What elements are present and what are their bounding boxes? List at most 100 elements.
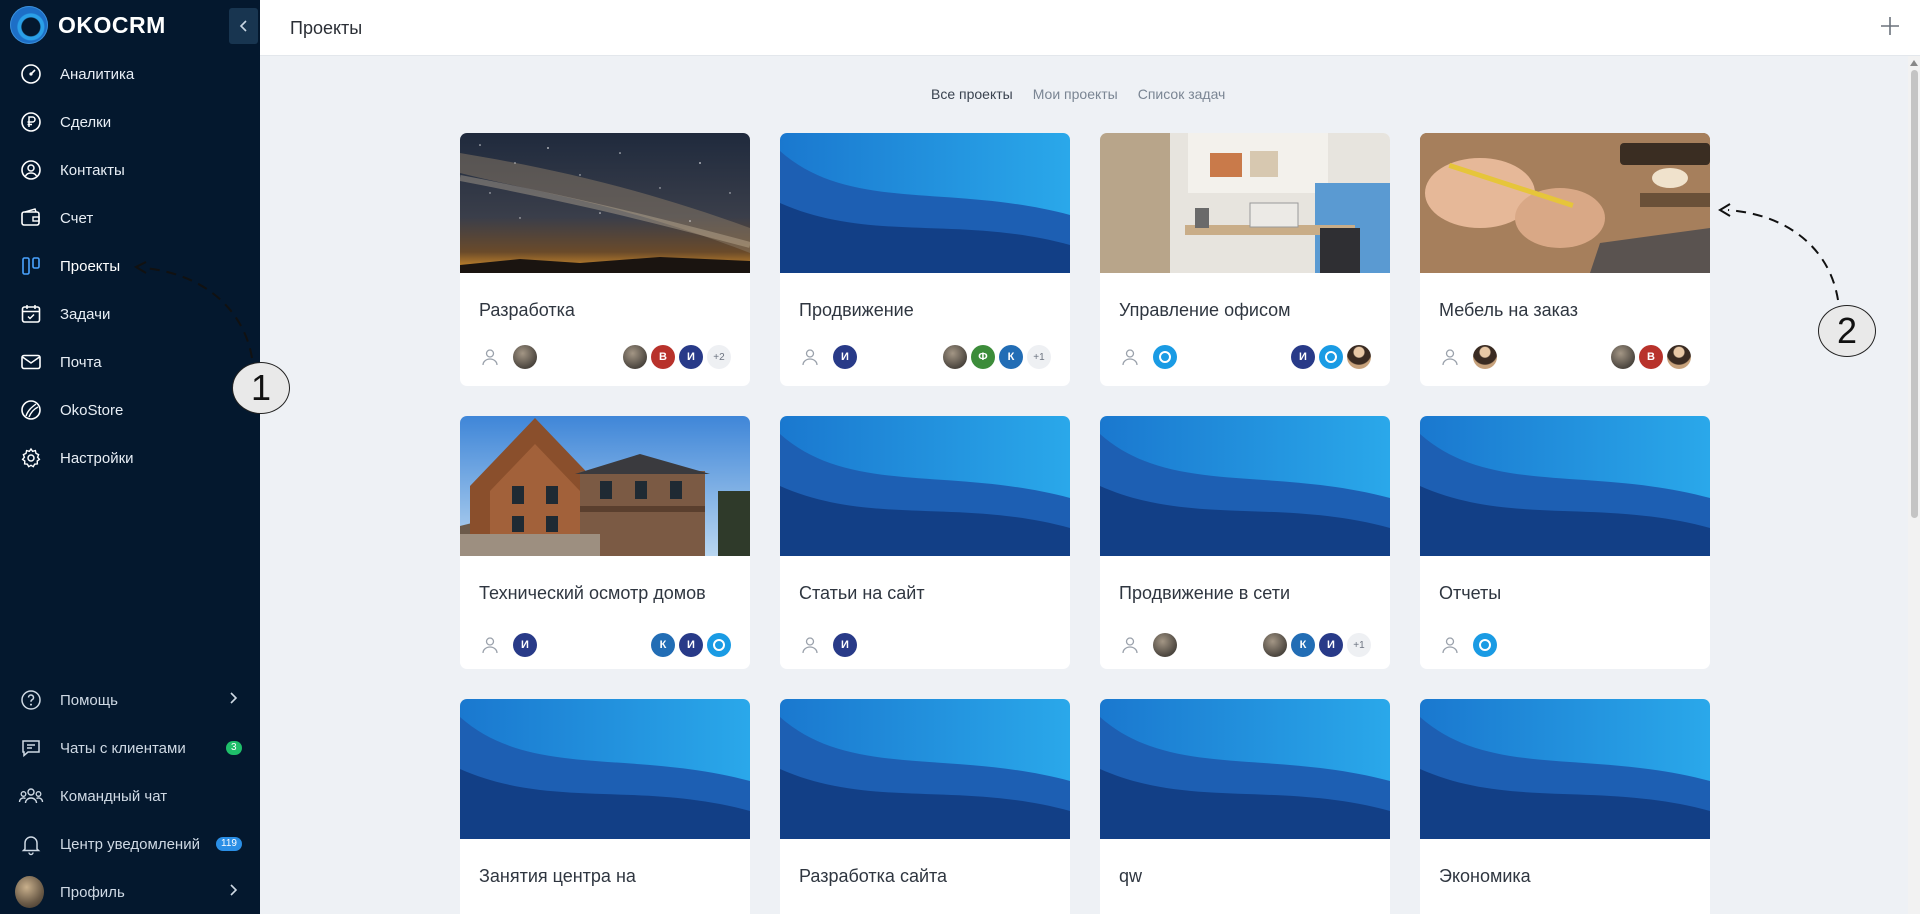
avatar[interactable]: И xyxy=(679,633,703,657)
page-header: Проекты xyxy=(260,0,1920,56)
project-cover xyxy=(1420,699,1710,839)
tab-my-projects[interactable]: Мои проекты xyxy=(1033,86,1118,102)
project-owner xyxy=(1439,345,1497,369)
avatar[interactable]: И xyxy=(833,345,857,369)
project-card[interactable]: Занятия центра на xyxy=(460,699,750,914)
project-owner: И xyxy=(799,633,857,657)
avatar[interactable]: И xyxy=(679,345,703,369)
sidebar-item-contacts[interactable]: Контакты xyxy=(0,146,260,194)
project-card[interactable]: Продвижение И Ф К +1 xyxy=(780,133,1070,386)
sidebar-item-label: Командный чат xyxy=(60,787,168,805)
avatar[interactable] xyxy=(1263,633,1287,657)
sidebar-item-team-chat[interactable]: Командный чат xyxy=(0,772,260,820)
avatar[interactable] xyxy=(513,345,537,369)
add-project-button[interactable] xyxy=(1880,12,1900,42)
tab-task-list[interactable]: Список задач xyxy=(1138,86,1226,102)
project-footer: К И +1 xyxy=(1119,632,1371,658)
person-icon xyxy=(799,346,821,368)
project-footer: И К И xyxy=(479,632,731,658)
sidebar-item-help[interactable]: Помощь xyxy=(0,676,260,724)
avatar[interactable] xyxy=(1473,633,1497,657)
avatar[interactable]: И xyxy=(833,633,857,657)
project-members: Ф К +1 xyxy=(943,345,1051,369)
project-card[interactable]: Продвижение в сети К И +1 xyxy=(1100,416,1390,669)
sidebar-item-okostore[interactable]: OkoStore xyxy=(0,386,260,434)
project-members: В И +2 xyxy=(623,345,731,369)
annotation-callout-2: 2 xyxy=(1818,305,1876,357)
project-card[interactable]: qw xyxy=(1100,699,1390,914)
project-card[interactable]: Отчеты xyxy=(1420,416,1710,669)
more-members-count[interactable]: +2 xyxy=(707,345,731,369)
project-title: Разработка xyxy=(479,300,575,320)
avatar[interactable] xyxy=(1319,345,1343,369)
project-title: Продвижение xyxy=(799,300,914,320)
plus-icon xyxy=(1881,17,1899,35)
avatar[interactable]: Ф xyxy=(971,345,995,369)
bell-icon xyxy=(18,831,44,857)
avatar[interactable]: В xyxy=(651,345,675,369)
project-card[interactable]: Разработка В И +2 xyxy=(460,133,750,386)
sidebar-item-mail[interactable]: Почта xyxy=(0,338,260,386)
project-title: Продвижение в сети xyxy=(1119,583,1291,603)
sidebar-item-settings[interactable]: Настройки xyxy=(0,434,260,482)
avatar[interactable]: К xyxy=(1291,633,1315,657)
team-icon xyxy=(18,783,44,809)
avatar[interactable] xyxy=(1667,345,1691,369)
project-card[interactable]: Разработка сайта xyxy=(780,699,1070,914)
project-cover xyxy=(780,416,1070,556)
sidebar-item-projects[interactable]: Проекты xyxy=(0,242,260,290)
scroll-up-icon[interactable] xyxy=(1910,60,1918,66)
project-title: Экономика xyxy=(1439,866,1531,886)
avatar[interactable]: В xyxy=(1639,345,1663,369)
sidebar-item-label: Контакты xyxy=(60,161,125,179)
avatar[interactable] xyxy=(623,345,647,369)
project-members: И xyxy=(1291,345,1371,369)
avatar[interactable] xyxy=(1153,345,1177,369)
avatar[interactable]: И xyxy=(513,633,537,657)
sidebar-item-label: Проекты xyxy=(60,257,121,275)
person-icon xyxy=(1119,346,1141,368)
sidebar-item-label: Помощь xyxy=(60,691,118,709)
avatar[interactable] xyxy=(1153,633,1177,657)
project-cover xyxy=(460,699,750,839)
user-circle-icon xyxy=(18,157,44,183)
sidebar-item-tasks[interactable]: Задачи xyxy=(0,290,260,338)
app-logo[interactable]: OKOCRM xyxy=(10,6,166,44)
project-members: К И +1 xyxy=(1263,633,1371,657)
project-card[interactable]: Экономика xyxy=(1420,699,1710,914)
tab-all-projects[interactable]: Все проекты xyxy=(931,86,1013,102)
sidebar-item-analytics[interactable]: Аналитика xyxy=(0,50,260,98)
person-icon xyxy=(479,346,501,368)
avatar[interactable]: К xyxy=(651,633,675,657)
project-cover xyxy=(1100,699,1390,839)
sidebar-item-label: Счет xyxy=(60,209,94,227)
avatar[interactable] xyxy=(1347,345,1371,369)
sidebar-item-deals[interactable]: Сделки xyxy=(0,98,260,146)
avatar[interactable] xyxy=(707,633,731,657)
avatar[interactable] xyxy=(1611,345,1635,369)
sidebar-item-label: Задачи xyxy=(60,305,111,323)
sidebar-item-profile[interactable]: Профиль xyxy=(0,868,260,914)
sidebar-item-client-chats[interactable]: Чаты с клиентами 3 xyxy=(0,724,260,772)
avatar[interactable]: К xyxy=(999,345,1023,369)
sidebar-item-notifications[interactable]: Центр уведомлений 119 xyxy=(0,820,260,868)
sidebar-item-invoice[interactable]: Счет xyxy=(0,194,260,242)
project-card[interactable]: Управление офисом И xyxy=(1100,133,1390,386)
project-cover xyxy=(1420,416,1710,556)
sidebar-item-label: Сделки xyxy=(60,113,112,131)
sidebar-nav: Аналитика Сделки Контакты Счет Проекты З… xyxy=(0,50,260,482)
project-card[interactable]: Статьи на сайт И xyxy=(780,416,1070,669)
project-card[interactable]: Технический осмотр домов И К И xyxy=(460,416,750,669)
avatar[interactable] xyxy=(943,345,967,369)
store-icon xyxy=(18,397,44,423)
project-title: qw xyxy=(1119,866,1143,886)
avatar[interactable]: И xyxy=(1291,345,1315,369)
scrollbar-thumb[interactable] xyxy=(1911,70,1918,518)
avatar[interactable]: И xyxy=(1319,633,1343,657)
avatar[interactable] xyxy=(1473,345,1497,369)
more-members-count[interactable]: +1 xyxy=(1347,633,1371,657)
more-members-count[interactable]: +1 xyxy=(1027,345,1051,369)
project-card[interactable]: Мебель на заказ В xyxy=(1420,133,1710,386)
collapse-sidebar-button[interactable] xyxy=(229,8,258,44)
notifications-badge: 119 xyxy=(216,837,242,851)
